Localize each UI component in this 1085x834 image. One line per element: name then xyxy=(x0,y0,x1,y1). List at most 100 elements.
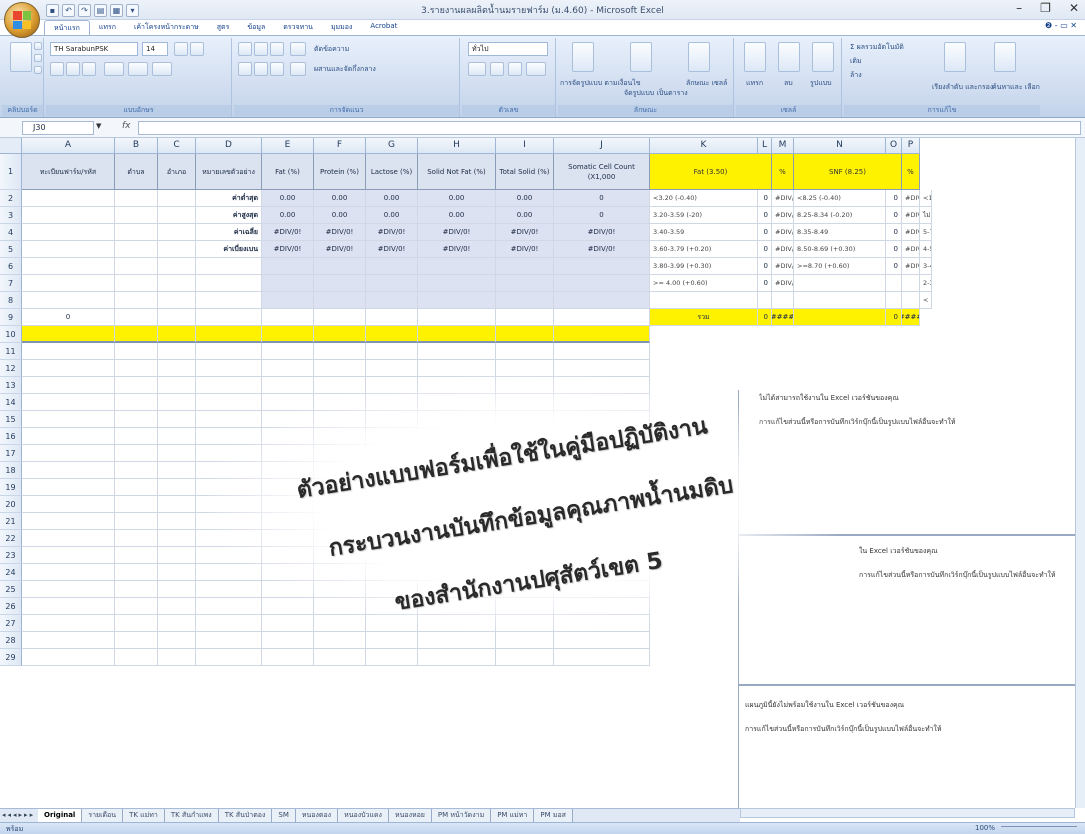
table-cell[interactable] xyxy=(554,581,650,598)
stat-value[interactable]: #DIV/0! xyxy=(554,241,650,258)
snf-count-cell[interactable]: 0 xyxy=(886,241,902,258)
snf-range-cell[interactable]: <8.25 (-0.40) xyxy=(794,190,886,207)
fat-count-cell[interactable]: 0 xyxy=(758,275,772,292)
stat-value[interactable]: #DIV/0! xyxy=(262,224,314,241)
table-cell[interactable] xyxy=(115,377,158,394)
table-cell[interactable] xyxy=(115,547,158,564)
table-cell[interactable] xyxy=(262,258,314,275)
table-cell[interactable] xyxy=(314,428,366,445)
stat-value[interactable]: #DIV/0! xyxy=(418,241,496,258)
table-cell[interactable] xyxy=(22,615,115,632)
clear-button[interactable]: ล้าง xyxy=(850,70,862,81)
table-cell[interactable] xyxy=(22,564,115,581)
table-cell[interactable] xyxy=(158,241,196,258)
fat-count-cell[interactable]: 0 xyxy=(758,207,772,224)
stat-value[interactable]: #DIV/0! xyxy=(418,224,496,241)
sheet-tab[interactable]: หนองหอย xyxy=(388,809,432,822)
table-cell[interactable] xyxy=(22,581,115,598)
row-header-4[interactable]: 4 xyxy=(0,224,22,241)
delete-label[interactable]: ลบ xyxy=(784,78,793,89)
table-cell[interactable] xyxy=(115,649,158,666)
table-cell[interactable] xyxy=(115,258,158,275)
column-header-P[interactable]: P xyxy=(902,138,920,154)
table-cell[interactable] xyxy=(418,394,496,411)
table-cell[interactable] xyxy=(366,275,418,292)
table-cell[interactable] xyxy=(196,615,262,632)
table-cell[interactable] xyxy=(418,547,496,564)
table-cell[interactable] xyxy=(158,547,196,564)
column-header-M[interactable]: M xyxy=(772,138,794,154)
separator-cell[interactable] xyxy=(496,326,554,343)
table-cell[interactable] xyxy=(22,394,115,411)
table-cell[interactable] xyxy=(262,275,314,292)
table-cell[interactable] xyxy=(196,649,262,666)
table-cell[interactable] xyxy=(554,377,650,394)
header-cell[interactable]: ทะเบียนฟาร์ม/รหัส xyxy=(22,154,115,190)
fat-count-cell[interactable] xyxy=(758,292,772,309)
stat-value[interactable]: 0.00 xyxy=(262,207,314,224)
table-cell[interactable] xyxy=(418,445,496,462)
table-cell[interactable] xyxy=(314,581,366,598)
table-cell[interactable] xyxy=(366,394,418,411)
table-cell[interactable] xyxy=(22,496,115,513)
table-cell[interactable] xyxy=(262,632,314,649)
table-cell[interactable] xyxy=(158,207,196,224)
separator-cell[interactable] xyxy=(366,326,418,343)
table-cell[interactable] xyxy=(554,428,650,445)
table-cell[interactable] xyxy=(262,513,314,530)
column-header-B[interactable]: B xyxy=(115,138,158,154)
table-cell[interactable] xyxy=(115,224,158,241)
row-header-12[interactable]: 12 xyxy=(0,360,22,377)
fat-percent-cell[interactable]: #DIV/0! xyxy=(772,241,794,258)
cut-icon[interactable] xyxy=(34,42,42,50)
row-header-3[interactable]: 3 xyxy=(0,207,22,224)
table-cell[interactable] xyxy=(554,496,650,513)
header-cell[interactable]: Solid Not Fat (%) xyxy=(418,154,496,190)
table-cell[interactable] xyxy=(418,632,496,649)
table-cell[interactable] xyxy=(196,564,262,581)
stat-value[interactable]: #DIV/0! xyxy=(262,241,314,258)
header-cell[interactable]: Protein (%) xyxy=(314,154,366,190)
snf-count-cell[interactable]: 0 xyxy=(886,190,902,207)
chart-placeholder-3[interactable]: แผนภูมินี้ยังไม่พร้อมใช้งานใน Excel เวอร… xyxy=(738,685,1075,808)
table-cell[interactable] xyxy=(196,530,262,547)
table-cell[interactable] xyxy=(22,377,115,394)
table-cell[interactable] xyxy=(158,190,196,207)
stat-value[interactable]: 0.00 xyxy=(366,207,418,224)
table-cell[interactable] xyxy=(22,343,115,360)
table-cell[interactable] xyxy=(158,275,196,292)
table-cell[interactable] xyxy=(496,547,554,564)
table-cell[interactable] xyxy=(496,275,554,292)
table-cell[interactable] xyxy=(496,632,554,649)
table-cell[interactable] xyxy=(22,241,115,258)
sheet-tab[interactable]: หนองตอง xyxy=(295,809,339,822)
table-cell[interactable] xyxy=(196,445,262,462)
table-cell[interactable] xyxy=(554,649,650,666)
zoom-slider[interactable] xyxy=(1001,826,1077,831)
table-cell[interactable] xyxy=(366,564,418,581)
table-cell[interactable] xyxy=(158,428,196,445)
table-cell[interactable] xyxy=(366,632,418,649)
table-cell[interactable] xyxy=(196,581,262,598)
table-cell[interactable] xyxy=(262,615,314,632)
table-cell[interactable] xyxy=(418,615,496,632)
snf-count-cell[interactable]: 0 xyxy=(886,207,902,224)
fat-percent-cell[interactable]: #DIV/0! xyxy=(772,275,794,292)
snf-percent-cell[interactable]: #DIV/0! xyxy=(902,258,920,275)
table-cell[interactable] xyxy=(22,479,115,496)
table-cell[interactable] xyxy=(22,275,115,292)
table-cell[interactable] xyxy=(314,394,366,411)
snf-percent-cell[interactable] xyxy=(902,292,920,309)
table-cell[interactable] xyxy=(366,547,418,564)
table-cell[interactable] xyxy=(22,207,115,224)
table-cell[interactable] xyxy=(496,360,554,377)
fat-count-cell[interactable]: 0 xyxy=(758,224,772,241)
merge-center-button[interactable]: ผสานและจัดกึ่งกลาง xyxy=(314,64,376,75)
column-header-O[interactable]: O xyxy=(886,138,902,154)
header-cell[interactable]: หมายเลขตัวอย่าง xyxy=(196,154,262,190)
table-cell[interactable] xyxy=(115,411,158,428)
column-header-L[interactable]: L xyxy=(758,138,772,154)
fill-color-icon[interactable] xyxy=(128,62,148,76)
table-cell[interactable] xyxy=(418,530,496,547)
table-cell[interactable] xyxy=(22,530,115,547)
